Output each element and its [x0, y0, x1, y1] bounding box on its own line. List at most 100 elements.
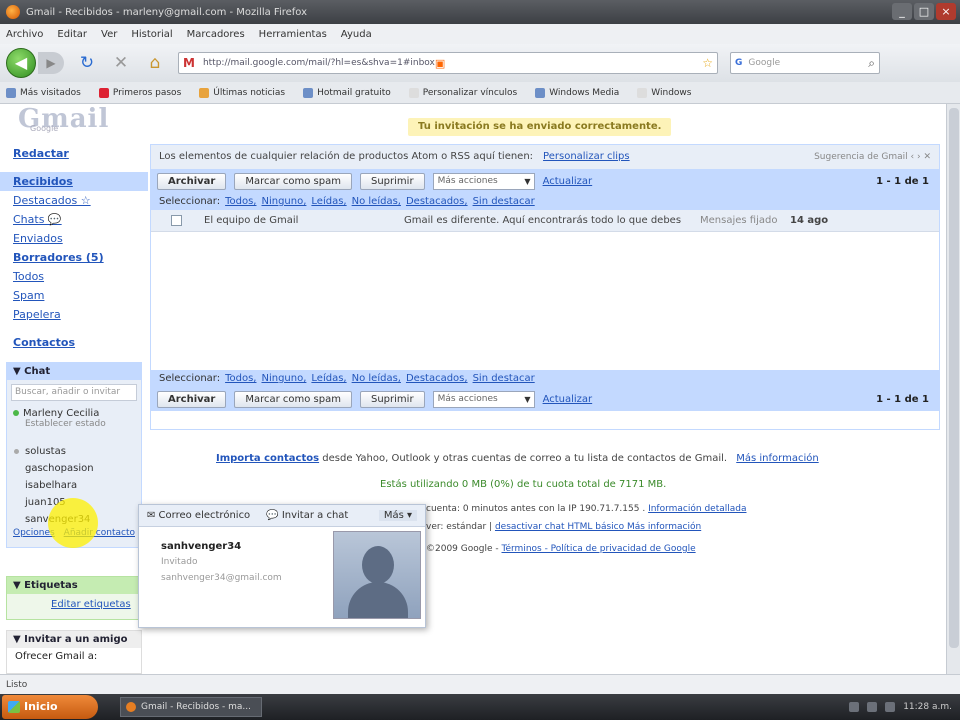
select-none-link[interactable]: Ninguno, — [261, 196, 306, 207]
select-unstarred-link[interactable]: Sin destacar — [473, 373, 535, 384]
import-contacts-line: Importa contactos desde Yahoo, Outlook y… — [216, 453, 819, 464]
card-more-button[interactable]: Más ▾ — [378, 510, 417, 521]
menu-editar[interactable]: Editar — [57, 29, 87, 40]
customize-clips-link[interactable]: Personalizar clips — [543, 151, 630, 162]
nav-drafts[interactable]: Borradores (5) — [0, 248, 148, 267]
mail-row[interactable]: El equipo de Gmail Gmail es diferente. A… — [151, 210, 939, 232]
bookmark-item[interactable]: Primeros pasos — [98, 87, 181, 98]
reload-icon[interactable]: ↻ — [76, 52, 98, 74]
edit-labels-link[interactable]: Editar etiquetas — [7, 594, 141, 610]
select-read-link[interactable]: Leídas, — [311, 196, 346, 207]
back-arrow-icon[interactable]: ◀ — [6, 48, 36, 78]
select-starred-link[interactable]: Destacados, — [406, 196, 468, 207]
select-unstarred-link[interactable]: Sin destacar — [473, 196, 535, 207]
select-starred-link[interactable]: Destacados, — [406, 373, 468, 384]
card-action-bar: ✉ Correo electrónico 💬 Invitar a chat Má… — [139, 505, 425, 527]
delete-button[interactable]: Suprimir — [360, 172, 425, 190]
address-bar[interactable]: M http://mail.google.com/mail/?hl=es&shv… — [178, 52, 718, 74]
menu-ayuda[interactable]: Ayuda — [341, 29, 372, 40]
nav-trash[interactable]: Papelera — [0, 305, 148, 324]
chat-status[interactable]: Establecer estado — [7, 419, 141, 433]
delete-button[interactable]: Suprimir — [360, 390, 425, 408]
feed-icon[interactable]: ▣ — [435, 57, 445, 70]
chat-search-input[interactable]: Buscar, añadir o invitar — [11, 384, 137, 401]
minimize-button[interactable]: _ — [892, 3, 912, 20]
report-spam-button[interactable]: Marcar como spam — [234, 390, 352, 408]
bookmark-item[interactable]: Personalizar vínculos — [408, 87, 517, 98]
import-contacts-link[interactable]: Importa contactos — [216, 453, 319, 464]
web-clip-bar: Los elementos de cualquier relación de p… — [151, 145, 939, 169]
more-info-link[interactable]: Más información — [736, 453, 818, 464]
tray-security-icon[interactable] — [885, 702, 896, 712]
labels-header[interactable]: ▼ Etiquetas — [7, 577, 141, 594]
chat-contact[interactable]: isabelhara — [7, 477, 141, 494]
bookmark-item[interactable]: Hotmail gratuito — [303, 87, 391, 98]
nav-spam[interactable]: Spam — [0, 286, 148, 305]
forward-arrow-icon[interactable]: ▶ — [38, 52, 64, 74]
search-icon[interactable]: ⌕ — [868, 56, 875, 71]
mail-toolbar-bottom: Archivar Marcar como spam Suprimir Más a… — [151, 387, 939, 411]
vertical-scrollbar[interactable] — [946, 104, 960, 674]
select-all-link[interactable]: Todos, — [225, 196, 256, 207]
browser-status-bar: Listo — [0, 674, 960, 694]
tray-network-icon[interactable] — [849, 702, 860, 712]
menu-herramientas[interactable]: Herramientas — [259, 29, 327, 40]
bookmark-item[interactable]: Windows Media — [535, 87, 619, 98]
refresh-link[interactable]: Actualizar — [543, 394, 593, 405]
select-all-link[interactable]: Todos, — [225, 373, 256, 384]
menu-ver[interactable]: Ver — [101, 29, 117, 40]
activity-details-link[interactable]: Información detallada — [648, 504, 746, 514]
terms-privacy-link[interactable]: Términos - Política de privacidad de Goo… — [502, 544, 696, 554]
nav-contacts[interactable]: Contactos — [0, 333, 148, 352]
start-button[interactable]: Inicio — [2, 695, 98, 719]
nav-sent[interactable]: Enviados — [0, 229, 148, 248]
chat-contact[interactable]: solustas — [7, 443, 141, 460]
gmail-favicon-icon: M — [183, 56, 195, 70]
select-unread-link[interactable]: No leídas, — [352, 373, 401, 384]
bookmark-star-icon[interactable]: ☆ — [702, 56, 713, 70]
scrollbar-thumb[interactable] — [949, 108, 959, 648]
select-none-link[interactable]: Ninguno, — [261, 373, 306, 384]
mail-checkbox[interactable] — [171, 215, 182, 226]
mail-label: Mensajes fijado — [700, 215, 778, 226]
compose-link[interactable]: Redactar — [0, 144, 148, 163]
maximize-button[interactable]: □ — [914, 3, 934, 20]
select-unread-link[interactable]: No leídas, — [352, 196, 401, 207]
tray-volume-icon[interactable] — [867, 702, 878, 712]
nav-all[interactable]: Todos — [0, 267, 148, 286]
nav-starred[interactable]: Destacados ☆ — [0, 191, 148, 210]
refresh-link[interactable]: Actualizar — [543, 176, 593, 187]
bookmark-item[interactable]: Últimas noticias — [199, 87, 285, 98]
search-input[interactable]: G Google ⌕ — [730, 52, 880, 74]
stop-icon[interactable]: ✕ — [110, 52, 132, 74]
online-status-icon — [13, 410, 19, 416]
archive-button[interactable]: Archivar — [157, 172, 227, 190]
card-email-button[interactable]: ✉ Correo electrónico — [147, 510, 250, 521]
chat-header[interactable]: ▼ Chat — [7, 363, 141, 380]
close-button[interactable]: × — [936, 3, 956, 20]
mail-subject[interactable]: Gmail es diferente. Aquí encontrarás tod… — [404, 215, 684, 226]
more-actions-select[interactable]: Más acciones — [432, 172, 535, 190]
taskbar-firefox-window[interactable]: Gmail - Recibidos - ma... — [120, 697, 262, 717]
menu-archivo[interactable]: Archivo — [6, 29, 43, 40]
menu-marcadores[interactable]: Marcadores — [187, 29, 245, 40]
invite-header[interactable]: ▼ Invitar a un amigo — [7, 631, 141, 648]
chat-contact[interactable]: gaschopasion — [7, 460, 141, 477]
bookmark-icon — [408, 87, 419, 98]
bookmark-item[interactable]: Windows — [637, 87, 691, 98]
card-contact-status: Invitado — [161, 557, 198, 567]
report-spam-button[interactable]: Marcar como spam — [234, 172, 352, 190]
view-options-link[interactable]: desactivar chat HTML básico Más informac… — [495, 522, 701, 532]
nav-inbox[interactable]: Recibidos — [0, 172, 148, 191]
nav-chats[interactable]: Chats 💬 — [0, 210, 148, 229]
more-actions-select[interactable]: Más acciones — [432, 390, 535, 408]
bookmark-icon — [535, 87, 546, 98]
archive-button[interactable]: Archivar — [157, 390, 227, 408]
home-icon[interactable]: ⌂ — [144, 52, 166, 74]
bookmark-item[interactable]: Más visitados — [6, 87, 81, 98]
chat-self[interactable]: Marleny Cecilia — [7, 405, 141, 419]
mail-sender[interactable]: El equipo de Gmail — [204, 215, 404, 226]
menu-historial[interactable]: Historial — [131, 29, 172, 40]
select-read-link[interactable]: Leídas, — [311, 373, 346, 384]
card-chat-button[interactable]: 💬 Invitar a chat — [266, 510, 348, 521]
